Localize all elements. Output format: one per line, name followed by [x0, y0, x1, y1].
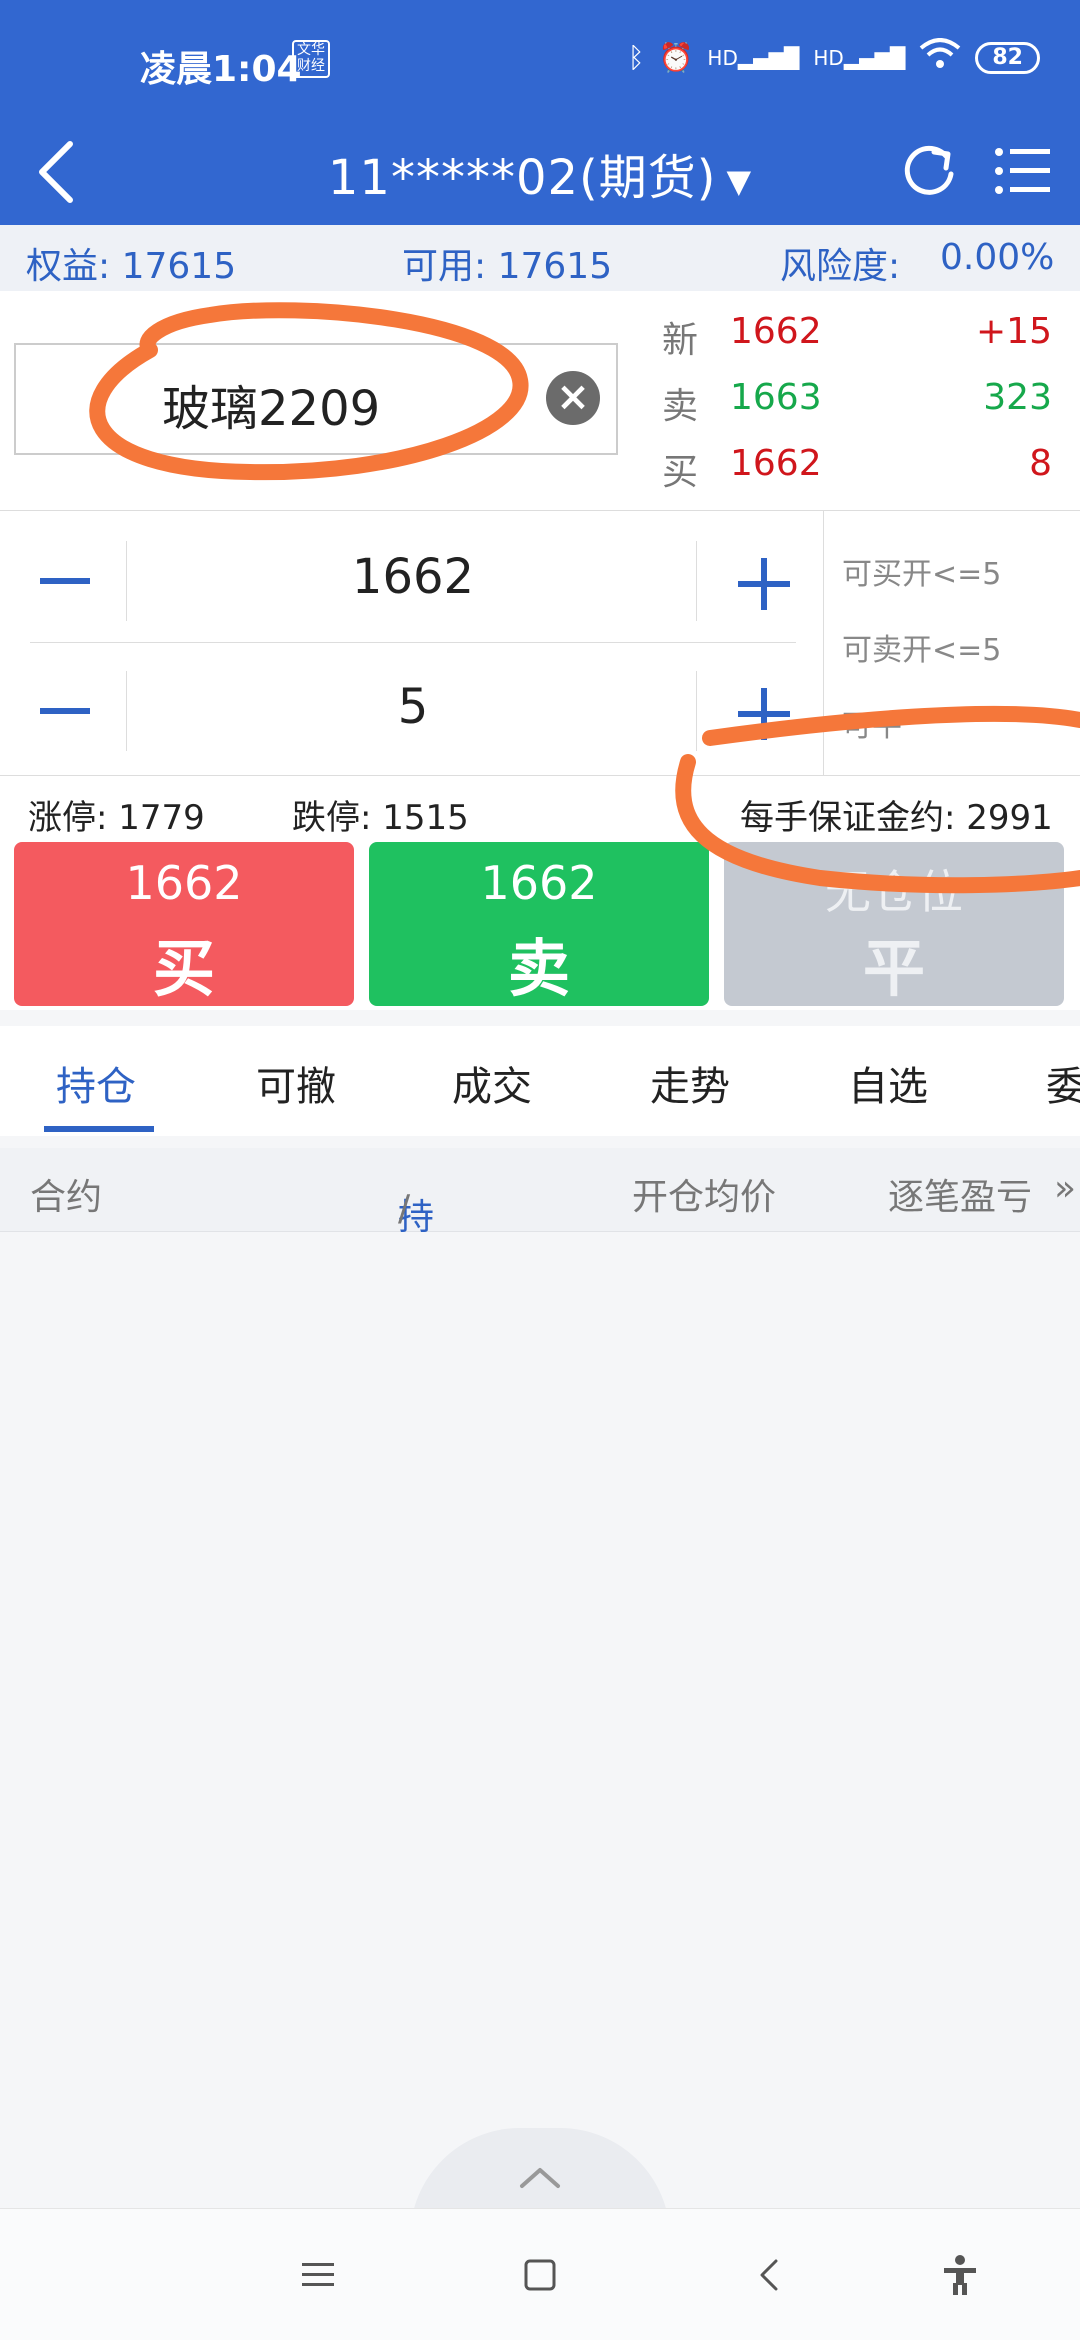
close-position-button[interactable]: 无仓位 平 — [724, 842, 1064, 1006]
top-nav-bar: 11*****02(期货) ▼ — [0, 120, 1080, 225]
contract-input[interactable]: 玻璃2209 × — [14, 343, 618, 455]
positions-list — [0, 1232, 1080, 2207]
alarm-icon: ⏰ — [658, 41, 694, 74]
battery-indicator: 82 — [975, 41, 1040, 74]
quote-bid[interactable]: 买 1662 8 — [662, 443, 1062, 503]
quote-last-label: 新 — [662, 320, 699, 361]
wifi-icon — [919, 38, 961, 77]
clear-icon[interactable]: × — [546, 371, 600, 425]
position-status: 无仓位 — [825, 865, 963, 919]
tab-watchlist[interactable]: 自选 — [848, 1054, 928, 1112]
quote-bid-label: 买 — [662, 452, 699, 493]
notification-icon: 文华 财经 — [292, 40, 330, 78]
quote-ask-price: 1663 — [730, 377, 822, 418]
system-navigation-bar — [0, 2208, 1080, 2340]
quantity-plus-icon[interactable] — [696, 651, 796, 771]
quote-last: 新 1662 +15 — [662, 311, 1062, 371]
accessibility-icon[interactable] — [938, 2253, 982, 2297]
status-time: 凌晨1:04 — [140, 49, 302, 90]
risk-label: 风险度: — [780, 246, 901, 287]
contract-panel: 玻璃2209 × 新 1662 +15 卖 1663 323 买 1662 8 — [0, 291, 1080, 511]
can-close: 可平 — [842, 709, 902, 744]
tab-trades[interactable]: 成交 — [452, 1054, 532, 1112]
risk-value: 0.00% — [940, 237, 1055, 278]
chevron-up-icon — [520, 2168, 560, 2188]
up-limit: 涨停: 1779 — [28, 798, 205, 838]
account-title: 11*****02(期货) — [327, 150, 717, 206]
equity: 权益: 17615 — [26, 246, 237, 287]
order-entry: 1662 5 可买开<=5 可卖开<=5 可平 — [0, 511, 1080, 776]
col-pnl[interactable]: 逐笔盈亏 — [888, 1168, 1032, 1220]
recent-apps-icon[interactable] — [296, 2253, 340, 2297]
quote-ask[interactable]: 卖 1663 323 — [662, 377, 1062, 437]
quote-bid-volume: 8 — [1029, 443, 1052, 484]
buy-price: 1662 — [125, 856, 243, 910]
sell-label: 卖 — [507, 932, 570, 1005]
buy-label: 买 — [152, 932, 215, 1005]
tab-positions[interactable]: 持仓 — [56, 1054, 136, 1112]
trade-buttons: 1662 买 1662 卖 无仓位 平 — [0, 840, 1080, 1010]
buy-button[interactable]: 1662 买 — [14, 842, 354, 1006]
tab-orders[interactable]: 委 — [1046, 1054, 1080, 1112]
quote-last-price: 1662 — [730, 311, 822, 352]
quote-ask-volume: 323 — [983, 377, 1052, 418]
tab-bar: 持仓 可撤 成交 走势 自选 委 — [0, 1026, 1080, 1136]
tab-cancelable[interactable]: 可撤 — [256, 1054, 336, 1112]
home-icon[interactable] — [518, 2253, 562, 2297]
open-limits: 可买开<=5 可卖开<=5 可平 — [823, 511, 1080, 776]
signal-icon: HD▂▄▆█ — [707, 45, 800, 70]
price-stepper: 1662 — [30, 521, 796, 641]
can-sell-open: 可卖开<=5 — [842, 633, 1002, 668]
close-label: 平 — [862, 932, 925, 1005]
available-funds: 可用: 17615 — [402, 246, 613, 287]
quantity-input[interactable]: 5 — [130, 679, 696, 735]
back-nav-icon[interactable] — [748, 2253, 792, 2297]
quote-ask-label: 卖 — [662, 386, 699, 427]
signal-icon-2: HD▂▄▆█ — [813, 45, 906, 70]
price-plus-icon[interactable] — [696, 521, 796, 641]
can-buy-open: 可买开<=5 — [842, 557, 1002, 592]
divider — [30, 642, 796, 643]
status-bar: 凌晨1:04 文华 财经 ᛒ ⏰ HD▂▄▆█ HD▂▄▆█ 82 — [0, 0, 1080, 120]
sell-button[interactable]: 1662 卖 — [369, 842, 709, 1006]
col-avg-price: 开仓均价 — [632, 1177, 777, 1218]
quote-last-change: +15 — [976, 311, 1052, 352]
more-columns-icon[interactable]: » — [1054, 1168, 1076, 1209]
dropdown-caret-icon: ▼ — [726, 162, 753, 200]
tab-chart[interactable]: 走势 — [650, 1054, 730, 1112]
down-limit: 跌停: 1515 — [292, 798, 469, 838]
quantity-stepper: 5 — [30, 651, 796, 771]
contract-name: 玻璃2209 — [162, 381, 381, 437]
bluetooth-icon: ᛒ — [627, 41, 645, 74]
col-contract: 合约 — [30, 1177, 103, 1218]
account-summary: 权益: 17615 可用: 17615 风险度: 0.00% — [0, 225, 1080, 291]
positions-table-header: 合约 持仓/可用 开仓均价 逐笔盈亏 » — [0, 1148, 1080, 1331]
tab-active-indicator — [44, 1126, 154, 1132]
margin-per-lot: 每手保证金约: 2991 — [740, 798, 1053, 838]
sell-price: 1662 — [480, 856, 598, 910]
price-limits: 涨停: 1779 跌停: 1515 每手保证金约: 2991 — [0, 776, 1080, 840]
quantity-minus-icon[interactable] — [30, 651, 130, 771]
price-minus-icon[interactable] — [30, 521, 130, 641]
refresh-icon[interactable] — [896, 138, 962, 204]
price-input[interactable]: 1662 — [130, 549, 696, 605]
system-icons: ᛒ ⏰ HD▂▄▆█ HD▂▄▆█ 82 — [628, 38, 1040, 77]
menu-icon[interactable] — [990, 138, 1056, 204]
quote-bid-price: 1662 — [730, 443, 822, 484]
